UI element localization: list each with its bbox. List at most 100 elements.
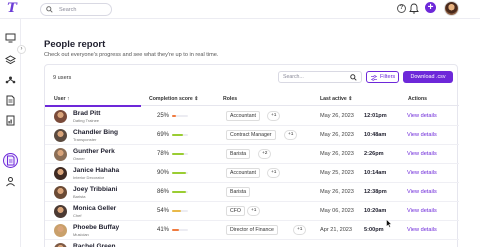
last-active-time: 10:14am: [364, 170, 387, 176]
view-details-link[interactable]: View details: [407, 227, 437, 233]
table-search-input[interactable]: Search...: [278, 71, 362, 83]
last-active-date: May 26, 2023: [320, 113, 354, 119]
column-header-actions: Actions: [408, 96, 428, 102]
avatar: [54, 205, 67, 218]
completion-score-value: 41%: [157, 227, 170, 233]
layers-icon[interactable]: [5, 55, 16, 66]
app-logo[interactable]: T: [5, 2, 19, 16]
last-active-time: 12:01pm: [364, 113, 387, 119]
user-title: Interior Decorator: [73, 175, 105, 180]
role-more-badge[interactable]: +1: [284, 130, 298, 140]
global-search-input[interactable]: Search: [40, 3, 112, 16]
sidebar-collapse-button[interactable]: ›: [17, 45, 26, 54]
user-name: Monica Geller: [73, 205, 117, 212]
column-header-last-active[interactable]: Last active ⇕: [320, 96, 353, 102]
view-details-link[interactable]: View details: [407, 170, 437, 176]
completion-progress-fill: [172, 153, 185, 155]
search-icon: [350, 74, 357, 81]
avatar: [54, 167, 67, 180]
role-badge: Barista: [226, 149, 251, 159]
role-more-badge[interactable]: +1: [247, 206, 261, 216]
download-csv-button[interactable]: Download .csv: [403, 71, 453, 83]
column-header-completion-score[interactable]: Completion score ⇕: [149, 96, 199, 102]
completion-score-value: 78%: [157, 151, 170, 157]
view-details-link[interactable]: View details: [407, 151, 437, 157]
table-row: Brad Pitt Dating Trainee 25% Accountant +1 Ma…: [45, 107, 459, 126]
completion-score-value: 86%: [157, 189, 170, 195]
table-row: Joey Tribbiani Barista 86% Barista May 26, 2…: [45, 183, 459, 202]
completion-progress-bar: [172, 191, 188, 193]
table-row: Chandler Bing Transponster 69% Contract Man…: [45, 126, 459, 145]
help-icon[interactable]: ?: [397, 4, 406, 13]
monitor-icon[interactable]: [5, 32, 16, 43]
people-report-icon[interactable]: [5, 155, 16, 166]
role-more-badge[interactable]: +1: [267, 111, 281, 121]
user-icon[interactable]: [5, 176, 16, 187]
team-icon[interactable]: [5, 75, 16, 86]
column-header-user[interactable]: User ↑: [54, 96, 70, 102]
completion-progress-fill: [172, 210, 181, 212]
completion-score-value: 54%: [157, 208, 170, 214]
search-icon: [46, 6, 53, 13]
completion-progress-bar: [172, 115, 188, 117]
completion-progress-bar: [172, 153, 188, 155]
report-icon[interactable]: [5, 115, 16, 126]
user-name: Joey Tribbiani: [73, 186, 118, 193]
sidebar: ›: [0, 19, 26, 247]
table-row: Rachel Green: [45, 240, 459, 247]
role-badge: Accountant: [226, 168, 260, 178]
page-title: People report: [44, 39, 106, 50]
column-header-roles: Roles: [223, 96, 238, 102]
view-details-link[interactable]: View details: [407, 189, 437, 195]
completion-progress-bar: [172, 210, 188, 212]
document-icon[interactable]: [5, 95, 16, 106]
completion-progress-fill: [172, 229, 179, 231]
user-name: Gunther Perk: [73, 148, 115, 155]
user-title: Owner: [73, 156, 85, 161]
user-title: Barista: [73, 194, 86, 199]
last-active-time: 10:48am: [364, 132, 387, 138]
user-name: Brad Pitt: [73, 110, 101, 117]
table-header: User ↑ Completion score ⇕ Roles Last act…: [45, 92, 459, 107]
bell-icon[interactable]: [409, 3, 419, 14]
user-title: Musician: [73, 232, 89, 237]
role-more-badge[interactable]: +2: [258, 149, 272, 159]
global-search-placeholder: Search: [59, 6, 77, 13]
role-badge: CFO: [226, 206, 245, 216]
user-name: Janice Hahaha: [73, 167, 120, 174]
last-active-date: May 26, 2023: [320, 189, 354, 195]
create-button[interactable]: +: [425, 2, 436, 13]
filters-label: Filters: [380, 74, 396, 80]
profile-avatar[interactable]: [444, 1, 459, 16]
role-badge: Accountant: [226, 111, 260, 121]
last-active-date: May 25, 2023: [320, 170, 354, 176]
page-subtitle: Check out everyone's progress and see wh…: [44, 52, 219, 58]
user-title: Chef: [73, 213, 82, 218]
completion-score-value: 90%: [157, 170, 170, 176]
table-search-placeholder: Search...: [283, 74, 304, 80]
users-count: 9 users: [53, 75, 72, 81]
view-details-link[interactable]: View details: [407, 113, 437, 119]
table-row: Gunther Perk Owner 78% Barista +2 May 26, 202…: [45, 145, 459, 164]
avatar: [54, 110, 67, 123]
last-active-date: May 06, 2023: [320, 208, 354, 214]
avatar: [54, 129, 67, 142]
user-name: Phoebe Buffay: [73, 224, 120, 231]
table-row: Janice Hahaha Interior Decorator 90% Accoun…: [45, 164, 459, 183]
view-details-link[interactable]: View details: [407, 132, 437, 138]
role-more-badge[interactable]: +1: [293, 225, 307, 235]
filters-button[interactable]: Filters: [366, 71, 399, 83]
completion-progress-bar: [172, 134, 188, 136]
role-more-badge[interactable]: +1: [267, 168, 281, 178]
view-details-link[interactable]: View details: [407, 208, 437, 214]
filter-sliders-icon: [371, 75, 377, 81]
last-active-date: Apr 21, 2023: [320, 227, 353, 233]
people-table-card: 9 users Search... Filters Download .csv …: [44, 64, 459, 247]
mouse-cursor-icon: [386, 219, 392, 228]
completion-progress-fill: [172, 134, 184, 136]
last-active-time: 5:00pm: [364, 227, 384, 233]
avatar: [54, 224, 67, 237]
avatar: [54, 243, 67, 247]
avatar: [54, 148, 67, 161]
completion-score-value: 25%: [157, 113, 170, 119]
